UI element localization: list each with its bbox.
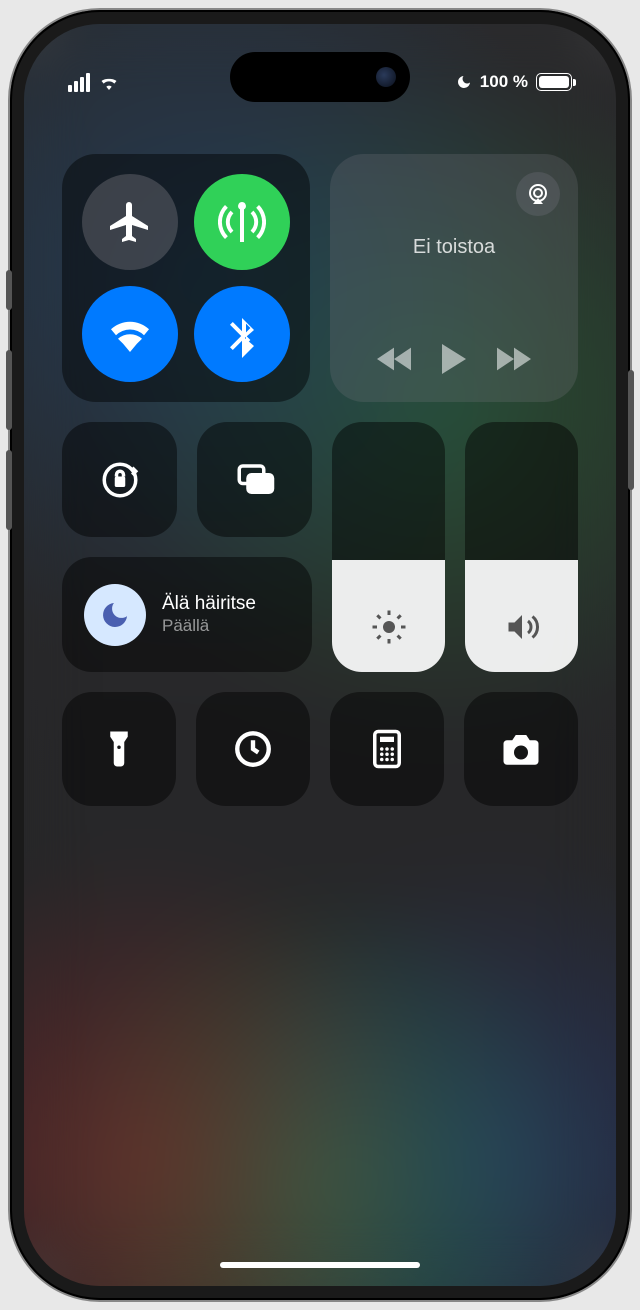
rotation-lock-icon xyxy=(99,459,141,501)
timer-button[interactable] xyxy=(196,692,310,806)
flashlight-icon xyxy=(98,728,140,770)
volume-up-button xyxy=(6,350,12,430)
focus-toggle[interactable]: Älä häiritse Päällä xyxy=(62,557,312,672)
airplay-button[interactable] xyxy=(516,172,560,216)
wifi-toggle[interactable] xyxy=(82,286,178,382)
home-indicator[interactable] xyxy=(220,1262,420,1268)
focus-title: Älä häiritse xyxy=(162,593,256,616)
wifi-icon xyxy=(98,74,120,90)
flashlight-button[interactable] xyxy=(62,692,176,806)
cellular-data-toggle[interactable] xyxy=(194,174,290,270)
airplane-mode-toggle[interactable] xyxy=(82,174,178,270)
media-title: Ei toistoa xyxy=(352,236,556,259)
focus-subtitle: Päällä xyxy=(162,616,256,636)
bluetooth-toggle[interactable] xyxy=(194,286,290,382)
camera-button[interactable] xyxy=(464,692,578,806)
screen-mirroring-button[interactable] xyxy=(197,422,312,537)
power-button xyxy=(628,370,634,490)
focus-indicator xyxy=(84,584,146,646)
volume-slider[interactable] xyxy=(465,422,578,672)
moon-icon xyxy=(456,74,472,90)
front-camera xyxy=(376,67,396,87)
bluetooth-icon xyxy=(218,310,266,358)
phone-frame: 100 % xyxy=(10,10,630,1300)
calculator-icon xyxy=(366,728,408,770)
moon-icon xyxy=(99,599,131,631)
screen-mirroring-icon xyxy=(234,459,276,501)
orientation-lock-toggle[interactable] xyxy=(62,422,177,537)
screen: 100 % xyxy=(24,24,616,1286)
play-button[interactable] xyxy=(440,344,468,374)
antenna-icon xyxy=(218,198,266,246)
media-module[interactable]: Ei toistoa xyxy=(330,154,578,402)
airplane-icon xyxy=(106,198,154,246)
connectivity-module[interactable] xyxy=(62,154,310,402)
forward-button[interactable] xyxy=(497,347,531,371)
volume-icon xyxy=(504,609,540,645)
battery-icon xyxy=(536,73,572,91)
mute-switch xyxy=(6,270,12,310)
calculator-button[interactable] xyxy=(330,692,444,806)
brightness-icon xyxy=(371,609,407,645)
rewind-button[interactable] xyxy=(377,347,411,371)
camera-icon xyxy=(500,728,542,770)
brightness-slider[interactable] xyxy=(332,422,445,672)
timer-icon xyxy=(232,728,274,770)
dynamic-island xyxy=(230,52,410,102)
wifi-icon xyxy=(106,310,154,358)
battery-percentage: 100 % xyxy=(480,72,528,92)
airplay-icon xyxy=(526,182,550,206)
volume-down-button xyxy=(6,450,12,530)
cellular-signal-icon xyxy=(68,73,90,92)
